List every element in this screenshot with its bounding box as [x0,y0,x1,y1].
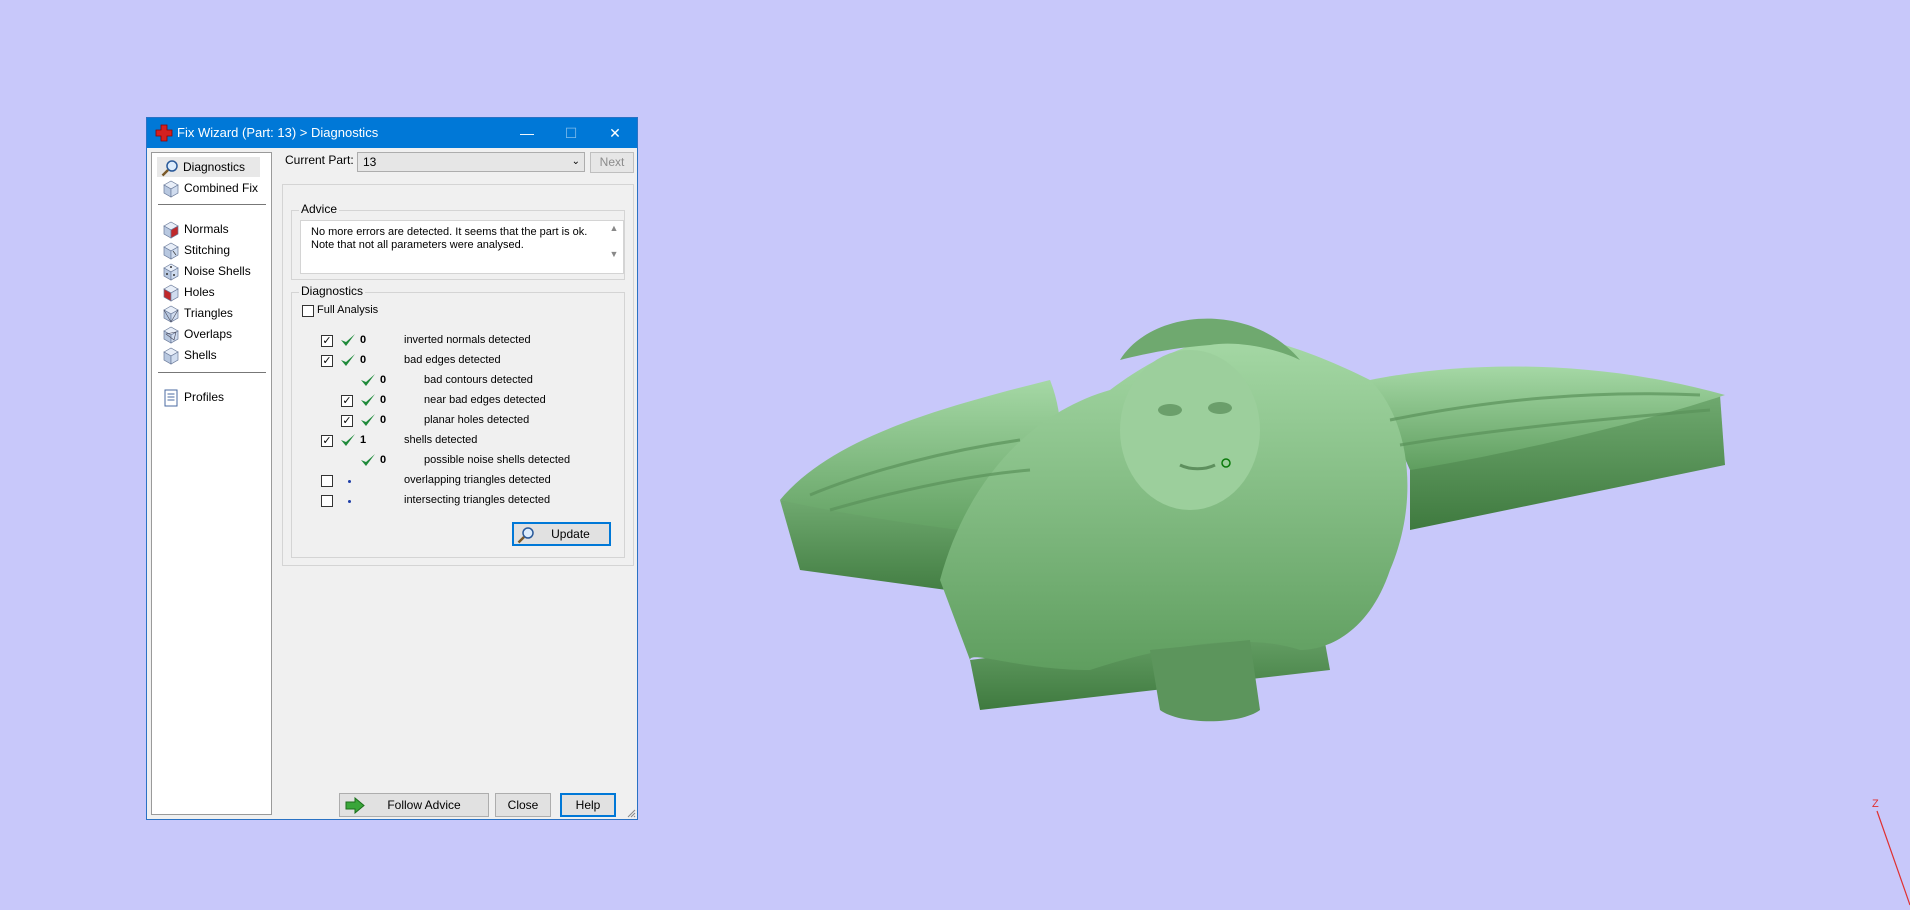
inverted-normals-label: inverted normals detected [404,334,531,346]
cube-noise-icon [163,263,179,281]
cube-triangle-icon [163,305,179,323]
help-button[interactable]: Help [560,793,616,817]
update-button[interactable]: Update [512,522,611,546]
shells-checkbox[interactable]: ✓ [321,435,333,447]
shells-label: shells detected [404,434,478,446]
ok-check-icon [361,414,375,426]
close-window-button[interactable]: ✕ [593,118,637,148]
axis-indicator: Z [1872,798,1910,906]
intersecting-triangles-label: intersecting triangles detected [404,494,551,506]
inverted-normals-checkbox[interactable]: ✓ [321,335,333,347]
profile-sheet-icon [164,389,178,407]
cube-stitch-icon [163,242,179,260]
full-analysis-checkbox[interactable] [302,305,314,317]
advice-text-box[interactable]: No more errors are detected. It seems th… [300,220,624,274]
next-button[interactable]: Next [590,152,634,173]
follow-advice-label: Follow Advice [387,798,461,812]
bad-contours-label: bad contours detected [424,374,533,386]
noise-shells-label: possible noise shells detected [424,454,571,466]
shells-count: 1 [360,434,367,446]
z-axis-label: Z [1872,798,1879,810]
ok-check-icon [361,394,375,406]
planar-holes-checkbox[interactable]: ✓ [341,415,353,427]
advice-text-line-1: No more errors are detected. It seems th… [311,226,588,238]
magnifier-icon [517,527,534,544]
maximize-button[interactable]: ☐ [549,118,593,148]
chevron-down-icon: ⌄ [571,156,580,167]
cube-overlap-icon [163,326,179,344]
cube-red-face-icon [163,284,179,302]
wizard-navigation: Diagnostics Combined Fix Normals Stitchi… [151,152,272,815]
ok-check-icon [361,454,375,466]
bad-edges-checkbox[interactable]: ✓ [321,355,333,367]
near-bad-edges-count: 0 [380,394,387,406]
app-cross-icon [155,124,173,142]
ok-check-icon [341,354,355,366]
noise-shells-count: 0 [380,454,387,466]
current-part-select[interactable]: 13 ⌄ [357,152,585,172]
cube-icon [163,180,179,198]
nav-separator [158,204,266,205]
nav-separator [158,372,266,373]
cube-red-face-icon [163,221,179,239]
near-bad-edges-checkbox[interactable]: ✓ [341,395,353,407]
current-part-label: Current Part: [285,153,354,167]
window-title: Fix Wizard (Part: 13) > Diagnostics [177,125,379,140]
planar-holes-label: planar holes detected [424,414,530,426]
full-analysis-label: Full Analysis [317,304,379,316]
green-arrow-icon [345,797,365,814]
nav-item-diagnostics[interactable]: Diagnostics [157,157,260,177]
title-bar[interactable]: Fix Wizard (Part: 13) > Diagnostics — ☐ … [147,118,637,148]
current-part-value: 13 [363,155,377,169]
close-button[interactable]: Close [495,793,551,817]
overlapping-triangles-label: overlapping triangles detected [404,474,551,486]
not-analysed-dot-icon [348,500,351,503]
update-label: Update [551,527,590,541]
not-analysed-dot-icon [348,480,351,483]
advice-text-line-2: Note that not all parameters were analys… [311,239,524,251]
diagnostics-group-title: Diagnostics [299,284,366,298]
ok-check-icon [341,434,355,446]
bad-contours-count: 0 [380,374,387,386]
bad-edges-count: 0 [360,354,367,366]
minimize-button[interactable]: — [505,118,549,148]
ok-check-icon [341,334,355,346]
advice-scrollbar[interactable]: ▲ ▼ [606,222,622,272]
overlapping-triangles-checkbox[interactable] [321,475,333,487]
bad-edges-label: bad edges detected [404,354,501,366]
planar-holes-count: 0 [380,414,387,426]
advice-group-title: Advice [299,202,340,216]
magnifier-icon [161,160,178,177]
ok-check-icon [361,374,375,386]
inverted-normals-count: 0 [360,334,367,346]
resize-grip-icon[interactable] [626,808,636,818]
near-bad-edges-label: near bad edges detected [424,394,546,406]
cube-shell-icon [163,347,179,365]
3d-model-winged-cherub[interactable] [770,270,1730,730]
intersecting-triangles-checkbox[interactable] [321,495,333,507]
follow-advice-button[interactable]: Follow Advice [339,793,489,817]
fix-wizard-window: Fix Wizard (Part: 13) > Diagnostics — ☐ … [146,117,638,820]
